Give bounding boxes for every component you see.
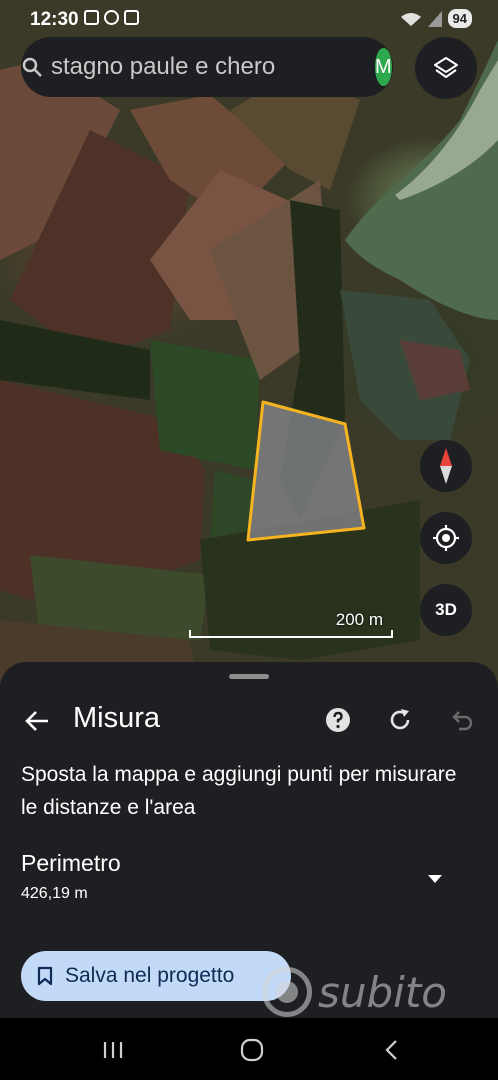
instructions-text: Sposta la mappa e aggiungi punti per mis… bbox=[21, 763, 457, 819]
undo-button[interactable] bbox=[447, 705, 477, 735]
my-location-button[interactable] bbox=[420, 512, 472, 564]
metric-label: Perimetro bbox=[21, 850, 121, 876]
layers-button[interactable] bbox=[415, 37, 477, 99]
recent-apps-button[interactable] bbox=[91, 1032, 135, 1068]
layers-icon bbox=[434, 57, 458, 78]
subito-logo-icon bbox=[262, 967, 312, 1017]
search-icon[interactable] bbox=[21, 56, 43, 78]
status-time: 12:30 bbox=[30, 9, 79, 30]
arrow-back-icon bbox=[25, 711, 48, 731]
map-scale: 200 m bbox=[189, 610, 393, 638]
redo-button[interactable] bbox=[385, 705, 415, 735]
metric-dropdown[interactable] bbox=[422, 866, 448, 892]
compass-button[interactable] bbox=[420, 440, 472, 492]
map-view[interactable]: 12:30 94 M bbox=[0, 0, 498, 700]
my-location-icon bbox=[433, 525, 459, 551]
screenshot-icon bbox=[84, 10, 99, 25]
scale-bar bbox=[189, 630, 393, 638]
bookmark-icon bbox=[37, 966, 53, 986]
battery-indicator: 94 bbox=[447, 9, 472, 28]
drag-handle[interactable] bbox=[229, 674, 269, 679]
save-to-project-button[interactable]: Salva nel progetto bbox=[21, 951, 291, 1001]
back-nav-button[interactable] bbox=[369, 1032, 413, 1068]
signal-icon bbox=[427, 10, 442, 27]
subito-watermark: subito bbox=[262, 964, 474, 1020]
status-right: 94 bbox=[400, 9, 472, 28]
app-notification-icon bbox=[124, 10, 139, 25]
system-nav-bar bbox=[0, 1018, 498, 1080]
search-bar[interactable]: M bbox=[21, 37, 393, 97]
home-button[interactable] bbox=[230, 1032, 274, 1068]
status-bar: 12:30 94 bbox=[0, 0, 498, 38]
home-icon bbox=[240, 1038, 264, 1062]
metric-value: 426,19 m bbox=[21, 885, 88, 902]
scale-label: 200 m bbox=[335, 610, 383, 629]
redo-icon bbox=[390, 709, 410, 730]
recent-apps-icon bbox=[103, 1042, 123, 1058]
avatar[interactable]: M bbox=[375, 48, 392, 86]
chevron-down-icon bbox=[428, 875, 442, 883]
wifi-icon bbox=[400, 12, 421, 26]
watermark-text: subito bbox=[318, 967, 447, 1017]
panel-title: Misura bbox=[73, 702, 161, 734]
help-icon bbox=[326, 708, 350, 732]
undo-icon bbox=[452, 711, 473, 731]
whatsapp-icon bbox=[104, 10, 119, 25]
save-button-label: Salva nel progetto bbox=[65, 964, 235, 987]
view-3d-button[interactable]: 3D bbox=[420, 584, 472, 636]
nav-back-icon bbox=[385, 1040, 397, 1060]
search-input[interactable] bbox=[43, 53, 361, 81]
compass-icon bbox=[440, 448, 452, 484]
notification-icons bbox=[84, 10, 139, 25]
back-button[interactable] bbox=[20, 704, 54, 738]
help-button[interactable] bbox=[323, 705, 353, 735]
